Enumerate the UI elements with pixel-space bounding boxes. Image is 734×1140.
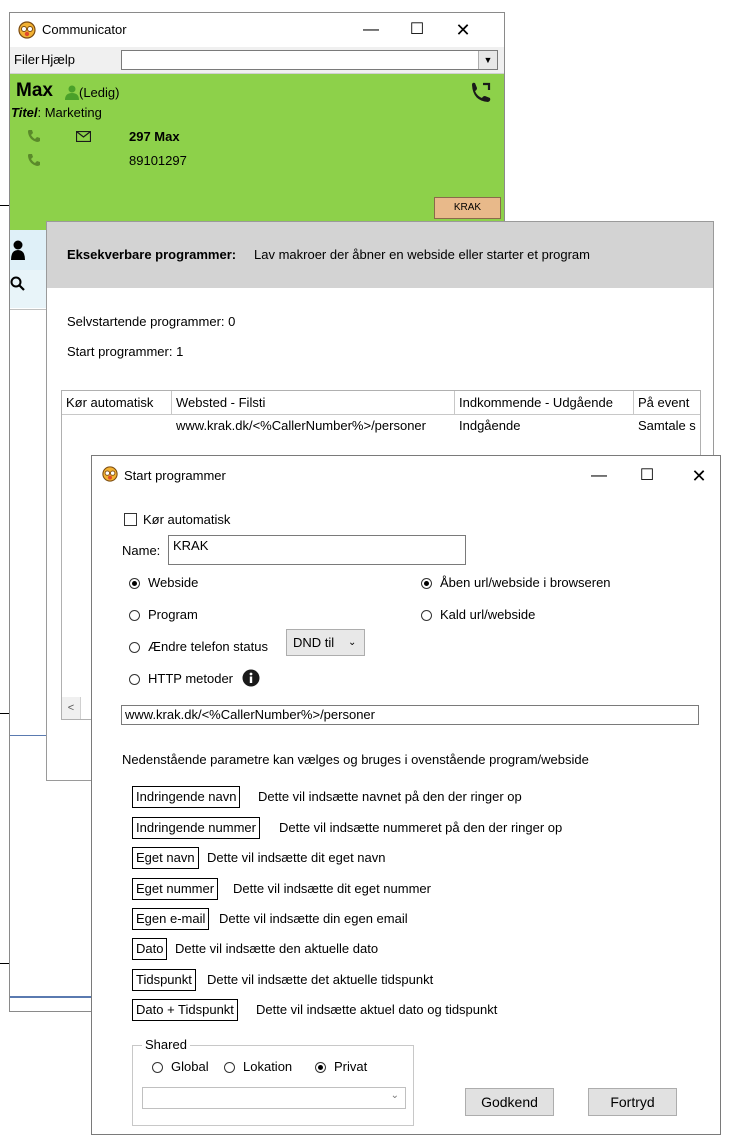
chevron-down-icon[interactable]: ▼ — [478, 51, 497, 69]
table-cell[interactable]: www.krak.dk/<%CallerNumber%>/personer — [172, 415, 455, 437]
param-description: Dette vil indsætte dit eget navn — [207, 850, 386, 865]
change-phone-status-radio[interactable] — [129, 642, 140, 653]
column-header[interactable]: Kør automatisk — [62, 391, 172, 415]
column-header[interactable]: Websted - Filsti — [172, 391, 455, 415]
run-automatically-checkbox[interactable] — [124, 513, 137, 526]
dialog-title: Start programmer — [124, 468, 226, 483]
app-logo-icon — [18, 21, 36, 39]
user-status-icon — [65, 85, 79, 100]
contact-number: 89101297 — [129, 153, 187, 168]
phone-status-select[interactable]: DND til ⌄ — [286, 629, 365, 656]
cancel-button[interactable]: Fortryd — [588, 1088, 677, 1116]
program-radio[interactable] — [129, 610, 140, 621]
param-description: Dette vil indsætte din egen email — [219, 911, 408, 926]
param-description: Dette vil indsætte den aktuelle dato — [175, 941, 379, 956]
krak-button[interactable]: KRAK — [434, 197, 501, 219]
param-caller-name[interactable]: Indringende navn — [132, 786, 241, 808]
webside-radio[interactable] — [129, 578, 140, 589]
divider — [10, 309, 46, 310]
contact-status: (Ledig) — [79, 85, 120, 100]
divider — [10, 735, 46, 736]
contacts-icon[interactable] — [11, 240, 25, 260]
window-title: Communicator — [42, 22, 127, 37]
param-own-number[interactable]: Eget nummer — [132, 878, 219, 900]
param-date[interactable]: Dato — [132, 938, 168, 960]
change-phone-status-label: Ændre telefon status — [148, 639, 268, 654]
maximize-button[interactable]: ☐ — [394, 13, 440, 47]
title-bar: Communicator — ☐ ✕ — [10, 13, 504, 47]
panel-header: Eksekverbare programmer: Lav makroer der… — [47, 222, 713, 288]
divider — [10, 996, 92, 998]
start-programs-count: Start programmer: 1 — [67, 344, 184, 359]
table-cell[interactable] — [62, 415, 172, 437]
column-header[interactable]: På event — [634, 391, 700, 415]
menu-bar: Filer Hjælp ▼ — [10, 47, 504, 74]
panel-header-description: Lav makroer der åbner en webside eller s… — [254, 247, 590, 262]
param-description: Dette vil indsætte nummeret på den der r… — [279, 820, 563, 835]
close-button[interactable]: ✕ — [676, 456, 722, 496]
param-own-name[interactable]: Eget navn — [132, 847, 199, 869]
name-input[interactable]: KRAK — [168, 535, 466, 565]
open-in-browser-radio[interactable] — [421, 578, 432, 589]
column-header[interactable]: Indkommende - Udgående — [455, 391, 634, 415]
minimize-button[interactable]: — — [348, 13, 394, 47]
phone-icon[interactable] — [27, 153, 41, 167]
param-description: Dette vil indsætte navnet på den der rin… — [258, 789, 522, 804]
minimize-button[interactable]: — — [576, 456, 622, 496]
call-url-label: Kald url/webside — [440, 607, 536, 622]
parameters-intro: Nedenstående parametre kan vælges og bru… — [122, 752, 589, 767]
search-icon[interactable] — [10, 276, 26, 292]
search-combobox[interactable]: ▼ — [121, 50, 498, 70]
shared-select[interactable]: ⌄ — [142, 1087, 406, 1109]
table-cell[interactable]: Samtale s — [634, 415, 700, 437]
contact-title: Titel: Marketing — [11, 105, 102, 120]
app-logo-icon — [102, 466, 118, 482]
param-date-time[interactable]: Dato + Tidspunkt — [132, 999, 238, 1021]
run-automatically-label: Kør automatisk — [143, 512, 231, 527]
contact-extension: 297 Max — [129, 129, 180, 144]
param-description: Dette vil indsætte dit eget nummer — [233, 881, 431, 896]
shared-private-label: Privat — [334, 1059, 368, 1074]
shared-group — [132, 1045, 414, 1126]
shared-global-label: Global — [171, 1059, 209, 1074]
webside-label: Webside — [148, 575, 199, 590]
open-in-browser-label: Åben url/webside i browseren — [440, 575, 611, 590]
http-methods-radio[interactable] — [129, 674, 140, 685]
contact-name: Max — [16, 80, 53, 101]
name-label: Name: — [122, 543, 161, 558]
shared-location-label: Lokation — [243, 1059, 293, 1074]
shared-location-radio[interactable] — [224, 1062, 235, 1073]
shared-label: Shared — [142, 1037, 190, 1052]
contact-card: Max (Ledig) Titel: Marketing 297 Max 891… — [10, 74, 504, 230]
panel-header-title: Eksekverbare programmer: — [67, 247, 237, 262]
auto-start-count: Selvstartende programmer: 0 — [67, 314, 236, 329]
scroll-left-button[interactable]: < — [62, 697, 81, 719]
param-description: Dette vil indsætte det aktuelle tidspunk… — [207, 972, 434, 987]
maximize-button[interactable]: ☐ — [624, 456, 670, 496]
program-label: Program — [148, 607, 198, 622]
param-caller-number[interactable]: Indringende nummer — [132, 817, 260, 839]
shared-private-radio[interactable] — [315, 1062, 326, 1073]
shared-global-radio[interactable] — [152, 1062, 163, 1073]
call-forward-icon[interactable] — [469, 82, 493, 104]
phone-icon[interactable] — [27, 129, 41, 143]
param-description: Dette vil indsætte aktuel dato og tidspu… — [256, 1002, 498, 1017]
table-cell[interactable]: Indgående — [455, 415, 634, 437]
param-time[interactable]: Tidspunkt — [132, 969, 196, 991]
start-programs-dialog: Start programmer — ☐ ✕ Kør automatisk Na… — [91, 455, 721, 1135]
http-methods-label: HTTP metoder — [148, 671, 234, 686]
call-url-radio[interactable] — [421, 610, 432, 621]
phone-status-value: DND til — [293, 635, 335, 650]
chevron-down-icon: ⌄ — [348, 637, 357, 648]
mail-icon[interactable] — [76, 131, 91, 142]
close-button[interactable]: ✕ — [440, 13, 486, 47]
menu-hjaelp[interactable]: Hjælp — [41, 52, 75, 67]
url-input[interactable]: www.krak.dk/<%CallerNumber%>/personer — [121, 705, 699, 725]
info-icon[interactable] — [242, 669, 260, 687]
approve-button[interactable]: Godkend — [465, 1088, 554, 1116]
param-own-email[interactable]: Egen e-mail — [132, 908, 210, 930]
menu-filer[interactable]: Filer — [14, 52, 39, 67]
chevron-down-icon: ⌄ — [390, 1090, 399, 1101]
